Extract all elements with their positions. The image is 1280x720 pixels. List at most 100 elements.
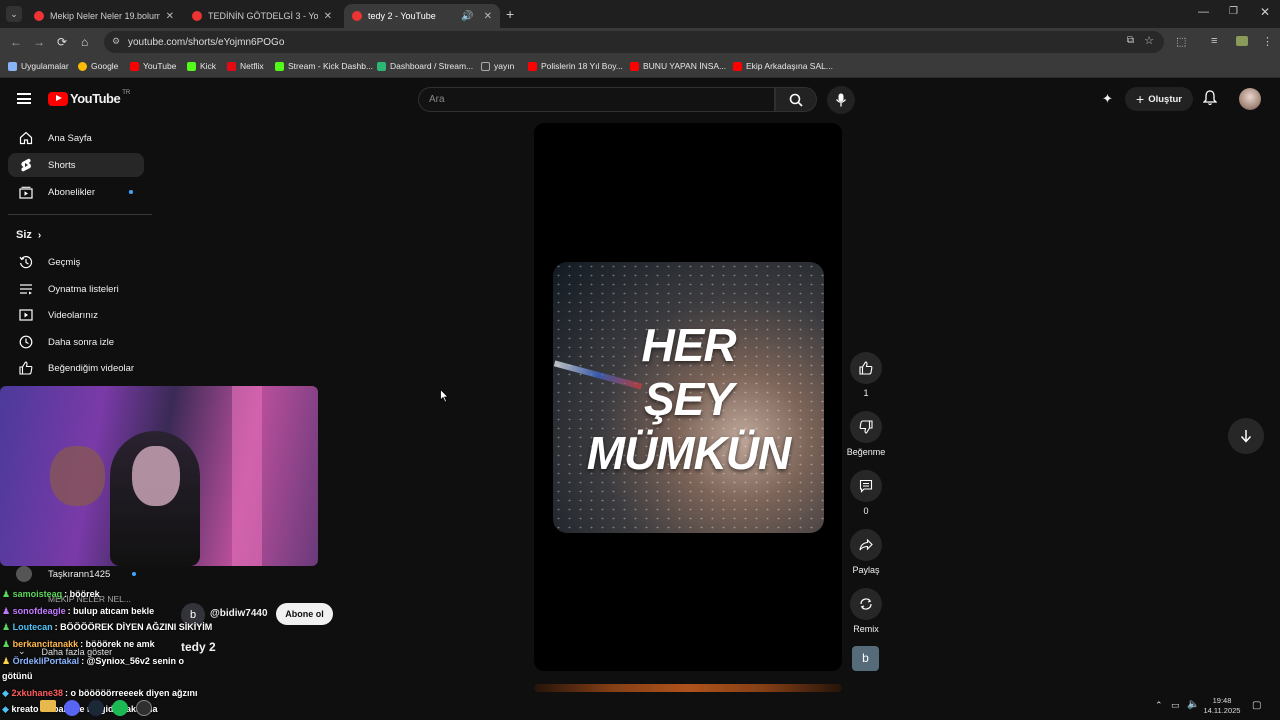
comment-count: 0 — [863, 506, 869, 516]
close-tab-icon[interactable]: ✕ — [484, 11, 492, 22]
bookmark-star-icon[interactable]: ☆ — [1144, 34, 1154, 47]
sidebar-item-liked-videos[interactable]: Beğendiğim videolar — [8, 356, 144, 380]
obs-icon[interactable] — [136, 700, 152, 716]
bookmark-ekip[interactable]: Ekip Arkadaşına SAL... — [733, 61, 833, 71]
close-tab-icon[interactable]: ✕ — [324, 11, 332, 22]
install-icon[interactable]: ⧉ — [1127, 35, 1134, 46]
sidebar-item-your-videos[interactable]: Videolarınız — [8, 303, 144, 327]
tray-chevron-icon[interactable]: ⌃ — [1155, 700, 1163, 711]
tab-label: tedy 2 - YouTube — [368, 11, 436, 21]
subscription-channel-taskirann[interactable]: Taşkırann1425 — [16, 566, 137, 582]
close-window-button[interactable]: ✕ — [1260, 5, 1270, 19]
bookmark-kick[interactable]: Kick — [187, 61, 216, 71]
reload-icon[interactable]: ⟳ — [57, 35, 67, 49]
badge-icon: ◆ — [2, 704, 9, 714]
guide-menu-icon[interactable] — [17, 93, 31, 104]
comments-button[interactable]: 0 — [848, 470, 884, 516]
tab-mekip[interactable]: Mekip Neler Neler 19.bolum - Y ✕ — [26, 4, 182, 28]
youtube-favicon-icon — [34, 11, 44, 21]
audio-icon[interactable]: 🔊 — [461, 11, 473, 22]
chat-message-continuation: götünü — [2, 671, 33, 681]
address-bar[interactable]: ⚙ youtube.com/shorts/eYojmn6POGo ⧉ ☆ — [104, 31, 1164, 53]
kick-icon — [275, 61, 284, 71]
steam-icon[interactable] — [88, 700, 104, 716]
create-button[interactable]: + Oluştur — [1125, 87, 1193, 111]
sidebar-item-shorts[interactable]: Shorts — [8, 153, 144, 177]
streamlabs-icon — [377, 61, 386, 71]
sidebar-item-playlists[interactable]: Oynatma listeleri — [8, 277, 144, 301]
channel-handle[interactable]: @bidiw7440 — [210, 608, 268, 619]
network-icon[interactable]: ▭ — [1171, 700, 1180, 711]
liked-icon — [10, 361, 42, 375]
sidebar-item-watch-later[interactable]: Daha sonra izle — [8, 330, 144, 354]
voice-search-button[interactable] — [827, 86, 855, 114]
remix-label: Remix — [853, 624, 879, 634]
forward-icon[interactable]: → — [33, 35, 45, 49]
sidebar-item-subscriptions[interactable]: Abonelikler — [8, 180, 144, 204]
bookmark-netflix[interactable]: Netflix — [227, 61, 264, 71]
search-button[interactable] — [775, 87, 817, 112]
next-short-button[interactable] — [1228, 418, 1264, 454]
youtube-logo[interactable]: YouTube TR — [48, 90, 130, 106]
search-input[interactable]: Ara — [418, 87, 775, 112]
bookmark-folder-yayin[interactable]: yayın — [481, 61, 514, 71]
bookmark-google[interactable]: Google — [78, 61, 118, 71]
media-icon[interactable]: ≡ — [1211, 35, 1217, 47]
sidebar-you-heading[interactable]: Siz › — [16, 229, 41, 241]
bookmark-youtube[interactable]: YouTube — [130, 61, 176, 71]
sound-channel-avatar[interactable]: b — [852, 646, 879, 671]
tab-tedy2[interactable]: tedy 2 - YouTube 🔊 ✕ — [344, 4, 500, 28]
dislike-button[interactable]: Beğenme — [846, 411, 886, 457]
channel-avatar — [16, 566, 32, 582]
minimize-button[interactable]: — — [1198, 6, 1209, 18]
chat-message: ♟ Loutecan: BÖÖÖÖREK DİYEN AĞZINI SİKİYİ… — [2, 622, 213, 632]
bookmark-bunu-yapan[interactable]: BUNU YAPAN İNSA... — [630, 61, 726, 71]
spotify-icon[interactable] — [112, 700, 128, 716]
subscriptions-icon — [10, 185, 42, 199]
volume-icon[interactable]: 🔈 — [1187, 699, 1199, 710]
subscribe-button[interactable]: Abone ol — [276, 603, 333, 625]
chat-message: ♟ sonofdeagle: bulup atıcam bekle — [2, 606, 155, 616]
remix-button[interactable]: Remix — [848, 588, 884, 634]
plus-icon: + — [1136, 91, 1145, 107]
home-button-icon[interactable]: ⌂ — [81, 35, 88, 49]
share-label: Paylaş — [852, 565, 880, 575]
google-icon — [78, 61, 87, 71]
discord-icon[interactable] — [64, 700, 80, 716]
back-icon[interactable]: ← — [10, 35, 22, 49]
clock-time: 19:48 — [1212, 696, 1232, 705]
dislike-label: Beğenme — [846, 447, 886, 457]
close-tab-icon[interactable]: ✕ — [166, 11, 174, 22]
chat-message: ♟ samoisteag: böörek — [2, 589, 100, 599]
thumbs-down-icon — [859, 420, 873, 434]
playlist-icon — [10, 283, 42, 295]
share-button[interactable]: Paylaş — [848, 529, 884, 575]
shorts-icon — [10, 158, 42, 172]
chat-message: ◆ 2xkuhane38: o bööööörreeeek diyen ağzı… — [2, 688, 198, 698]
extensions-icon[interactable]: ⬚ — [1176, 35, 1186, 48]
site-info-icon[interactable]: ⚙ — [112, 36, 120, 47]
bookmark-dashboard[interactable]: Dashboard / Stream... — [377, 61, 473, 71]
overlay-text-line-1: HER — [641, 319, 736, 371]
bookmark-apps[interactable]: Uygulamalar — [8, 61, 69, 71]
new-tab-button[interactable]: + — [506, 6, 514, 22]
profile-icon[interactable] — [1236, 36, 1248, 46]
like-button[interactable]: 1 — [848, 352, 884, 398]
video-frame[interactable]: HER ŞEY MÜMKÜN — [553, 262, 824, 533]
tab-search-button[interactable]: ⌄ — [6, 6, 22, 22]
notifications-bell-icon[interactable] — [1202, 90, 1218, 111]
bookmark-polislerin[interactable]: Polislerin 18 Yıl Boy... — [528, 61, 623, 71]
file-explorer-icon[interactable] — [40, 700, 56, 712]
bookmark-stream-kick[interactable]: Stream - Kick Dashb... — [275, 61, 373, 71]
sidebar-item-home[interactable]: Ana Sayfa — [8, 126, 144, 150]
tab-tedinin[interactable]: TEDİNİN GÖTDELGİ 3 - YouTub ✕ — [184, 4, 340, 28]
restore-button[interactable]: ❐ — [1229, 6, 1238, 17]
clock[interactable]: 19:48 14.11.2025 — [1200, 696, 1244, 716]
account-avatar[interactable] — [1239, 88, 1261, 110]
mic-icon — [835, 93, 847, 107]
mouse-cursor-icon — [440, 388, 450, 408]
sidebar-item-history[interactable]: Geçmiş — [8, 250, 144, 274]
notification-center-icon[interactable]: ▢ — [1252, 700, 1261, 711]
shorts-remix-icon[interactable]: ✦ — [1102, 91, 1113, 107]
menu-kebab-icon[interactable]: ⋮ — [1262, 35, 1273, 48]
